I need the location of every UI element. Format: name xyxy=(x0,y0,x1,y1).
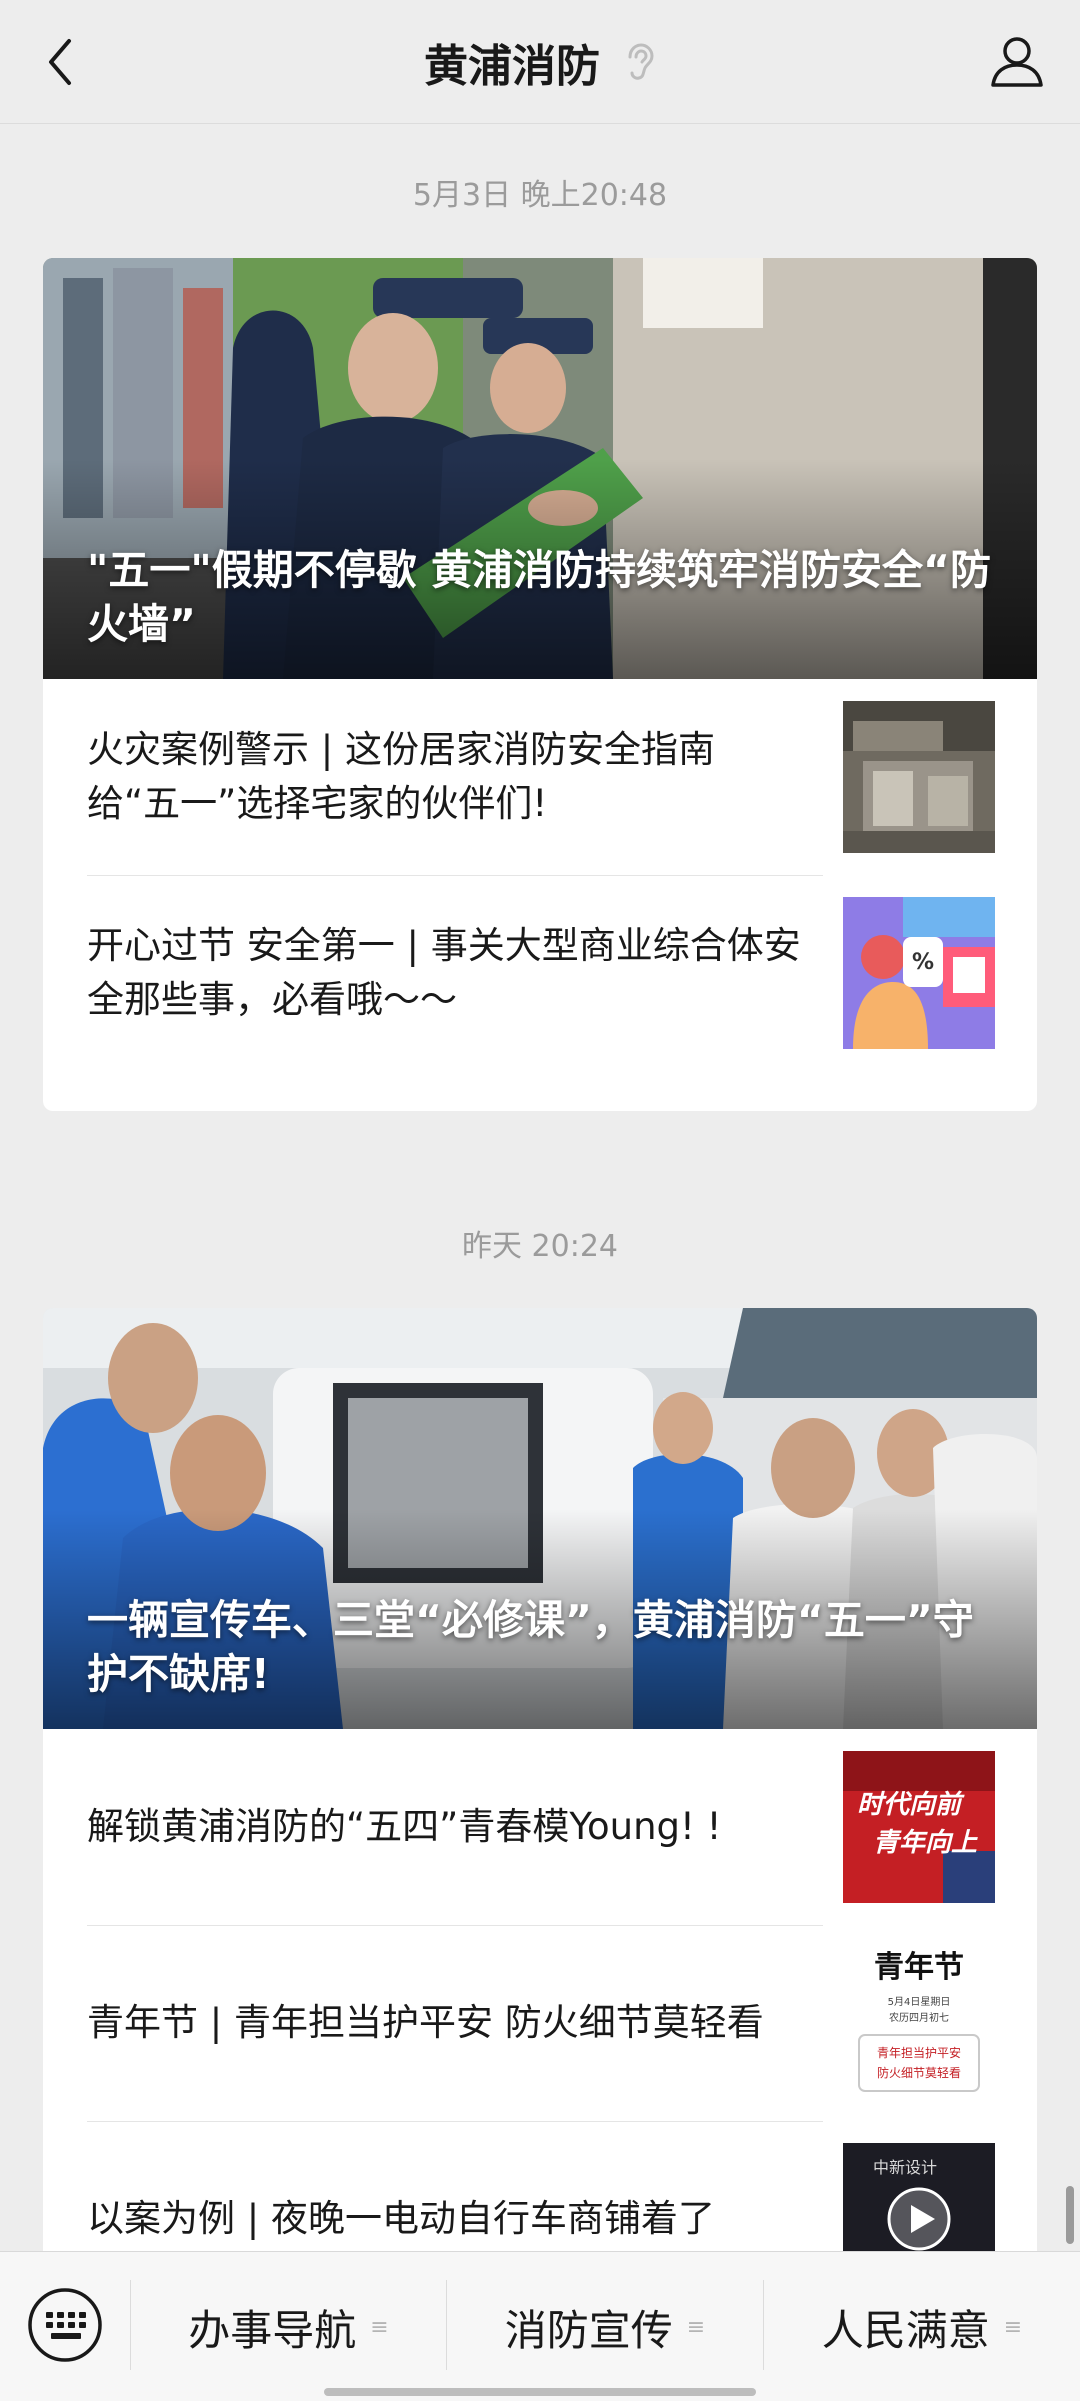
menu-item-public-satisfaction[interactable]: 人民满意 ≡ xyxy=(764,2252,1080,2401)
article-thumbnail xyxy=(843,701,995,853)
article-list-item[interactable]: 火灾案例警示 | 这份居家消防安全指南给“五一”选择宅家的伙伴们! xyxy=(43,679,1037,875)
article-card: 一辆宣传车、三堂“必修课”，黄浦消防“五一”守护不缺席! 解锁黄浦消防的“五四”… xyxy=(43,1308,1037,2268)
menu-label: 消防宣传 xyxy=(504,2305,673,2355)
article-cover[interactable]: "五一"假期不停歇 黄浦消防持续筑牢消防安全“防火墙” xyxy=(43,258,1037,679)
keyboard-icon xyxy=(28,2288,102,2362)
menu-item-fire-publicity[interactable]: 消防宣传 ≡ xyxy=(447,2252,763,2401)
submenu-icon: ≡ xyxy=(686,2314,706,2340)
thumb-text-line2: 青年向上 xyxy=(873,1828,978,1858)
thumb-tag-2: 防火细节莫轻看 xyxy=(877,2065,961,2080)
person-icon xyxy=(991,37,1043,87)
thumb-text-line1: 时代向前 xyxy=(857,1790,965,1820)
keyboard-toggle-button[interactable] xyxy=(26,2286,104,2364)
svg-text:%: % xyxy=(912,950,934,975)
thumb-date-2: 农历四月初七 xyxy=(889,2011,949,2024)
article-title: 以案为例 | 夜晚一电动自行车商铺着了 xyxy=(87,2197,715,2240)
article-title: 解锁黄浦消防的“五四”青春模Young! ! xyxy=(87,1805,722,1848)
page-title: 黄浦消防 xyxy=(424,40,600,92)
article-title: 火灾案例警示 | 这份居家消防安全指南给“五一”选择宅家的伙伴们! xyxy=(87,728,715,825)
thumbnail-shopping-illustration: % xyxy=(843,897,995,1049)
thumbnail-youth-poster: 时代向前 青年向上 xyxy=(843,1751,995,1903)
thumb-label: 中新设计 xyxy=(873,2158,937,2177)
thumb-date-1: 5月4日星期日 xyxy=(888,1996,951,2008)
article-main-title: "五一"假期不停歇 黄浦消防持续筑牢消防安全“防火墙” xyxy=(87,546,991,648)
ear-icon[interactable] xyxy=(622,41,656,83)
menu-label: 办事导航 xyxy=(188,2305,357,2355)
article-list-item[interactable]: 解锁黄浦消防的“五四”青春模Young! ! 时代向前 青年向上 xyxy=(43,1729,1037,1925)
article-list-item[interactable]: 青年节 | 青年担当护平安 防火细节莫轻看 青年节 5月4日星期日 农历四月初七… xyxy=(43,1925,1037,2121)
article-main-title: 一辆宣传车、三堂“必修课”，黄浦消防“五一”守护不缺席! xyxy=(87,1596,974,1698)
scrollbar[interactable] xyxy=(1066,2186,1074,2244)
top-bar: 黄浦消防 xyxy=(0,0,1080,124)
article-list-item[interactable]: 开心过节 安全第一 | 事关大型商业综合体安全那些事，必看哦～～ % xyxy=(43,875,1037,1071)
article-card: "五一"假期不停歇 黄浦消防持续筑牢消防安全“防火墙” 火灾案例警示 | 这份居… xyxy=(43,258,1037,1111)
thumbnail-video: 中新设计 xyxy=(843,2143,995,2268)
profile-button[interactable] xyxy=(982,26,1052,96)
article-list-item[interactable]: 以案为例 | 夜晚一电动自行车商铺着了 中新设计 xyxy=(43,2121,1037,2268)
back-button[interactable] xyxy=(30,28,90,96)
article-title: 开心过节 安全第一 | 事关大型商业综合体安全那些事，必看哦～～ xyxy=(87,924,801,1021)
page: 黄浦消防 5月3日 晚上20:48 "五一"假期不停歇 黄浦消防持续筑牢消防安全… xyxy=(0,0,1080,2401)
article-cover[interactable]: 一辆宣传车、三堂“必修课”，黄浦消防“五一”守护不缺席! xyxy=(43,1308,1037,1729)
article-title: 青年节 | 青年担当护平安 防火细节莫轻看 xyxy=(87,2001,764,2044)
menu-item-service-guide[interactable]: 办事导航 ≡ xyxy=(131,2252,446,2401)
thumb-tag-1: 青年担当护平安 xyxy=(877,2045,961,2060)
home-indicator[interactable] xyxy=(324,2388,756,2396)
article-thumbnail: 青年节 5月4日星期日 农历四月初七 青年担当护平安 防火细节莫轻看 xyxy=(843,1947,995,2099)
message-timestamp: 5月3日 晚上20:48 xyxy=(412,178,668,213)
bottom-menu-bar: 办事导航 ≡ 消防宣传 ≡ 人民满意 ≡ xyxy=(0,2251,1080,2401)
message-timestamp: 昨天 20:24 xyxy=(462,1229,618,1264)
thumb-title: 青年节 xyxy=(874,1950,964,1985)
thumbnail-fire-room xyxy=(843,701,995,853)
article-thumbnail: 时代向前 青年向上 xyxy=(843,1751,995,1903)
submenu-icon: ≡ xyxy=(370,2314,389,2340)
thumbnail-youth-day: 青年节 5月4日星期日 农历四月初七 青年担当护平安 防火细节莫轻看 xyxy=(843,1947,995,2099)
submenu-icon: ≡ xyxy=(1003,2314,1023,2340)
article-thumbnail: 中新设计 xyxy=(843,2143,995,2268)
article-thumbnail: % xyxy=(843,897,995,1049)
menu-label: 人民满意 xyxy=(821,2305,990,2355)
chevron-left-icon xyxy=(49,39,71,85)
